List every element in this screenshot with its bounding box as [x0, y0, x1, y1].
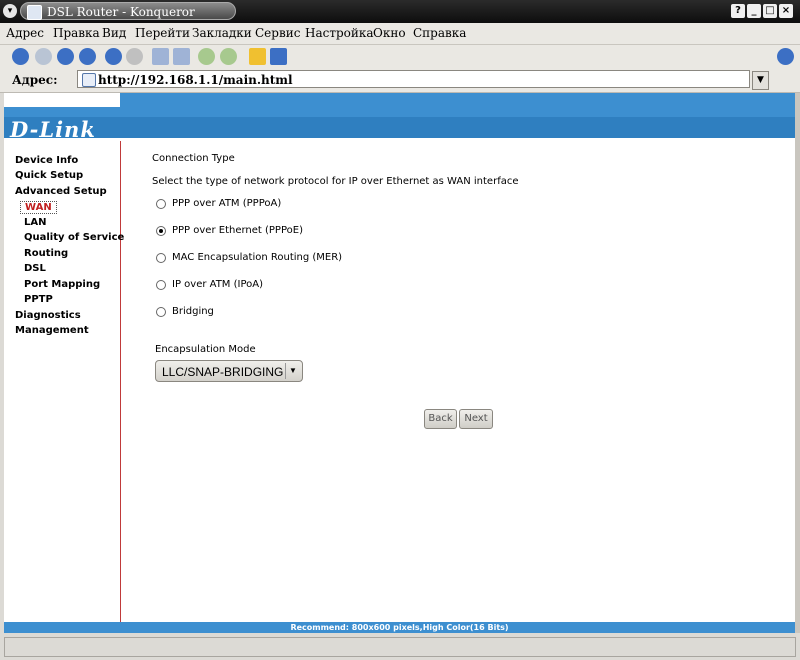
side-navigation: Device Info Quick Setup Advanced Setup W… [4, 141, 124, 623]
title-bar: ▾ DSL Router - Konqueror ? _ □ × [0, 0, 800, 23]
url-dropdown-icon[interactable]: ▼ [752, 71, 769, 90]
status-field [4, 637, 796, 657]
menu-window[interactable]: Окно [373, 26, 406, 40]
close-icon[interactable]: × [779, 4, 793, 18]
menu-settings[interactable]: Настройка [305, 26, 374, 40]
radio-button[interactable] [156, 226, 166, 236]
menu-go[interactable]: Перейти [135, 26, 190, 40]
location-label: Адрес: [12, 73, 58, 87]
nav-wan[interactable]: WAN [20, 201, 57, 214]
window-menu-icon[interactable]: ▾ [3, 4, 17, 18]
chevron-down-icon: ▼ [285, 363, 300, 379]
radio-button[interactable] [156, 307, 166, 317]
back-icon[interactable] [12, 48, 29, 65]
footer-recommendation: Recommend: 800x600 pixels,High Color(16 … [4, 622, 795, 633]
nav-diagnostics[interactable]: Diagnostics [15, 310, 81, 321]
back-button[interactable]: Back [424, 409, 457, 429]
next-button[interactable]: Next [459, 409, 493, 429]
konqueror-window: ▾ DSL Router - Konqueror ? _ □ × Адрес П… [0, 0, 800, 660]
menu-address[interactable]: Адрес [6, 26, 44, 40]
nav-lan[interactable]: LAN [24, 217, 46, 228]
minimize-icon[interactable]: _ [747, 4, 761, 18]
location-bar: Адрес: http://192.168.1.1/main.html ▼ [0, 68, 800, 93]
download-icon[interactable] [270, 48, 287, 65]
gear-icon[interactable] [777, 48, 794, 65]
nav-port-mapping[interactable]: Port Mapping [24, 279, 100, 290]
lock-icon[interactable] [249, 48, 266, 65]
url-input[interactable]: http://192.168.1.1/main.html [77, 70, 750, 88]
radio-button[interactable] [156, 253, 166, 263]
forward-icon[interactable] [35, 48, 52, 65]
maximize-icon[interactable]: □ [763, 4, 777, 18]
zoom-out-icon[interactable] [220, 48, 237, 65]
header-white-corner [4, 93, 120, 107]
header-band [4, 117, 795, 138]
nav-quick-setup[interactable]: Quick Setup [15, 170, 83, 181]
status-bar [0, 635, 800, 660]
nav-device-info[interactable]: Device Info [15, 155, 78, 166]
nav-dsl[interactable]: DSL [24, 263, 46, 274]
nav-quality-of-service[interactable]: Quality of Service [24, 232, 124, 243]
window-title: DSL Router - Konqueror [47, 5, 195, 19]
menu-bar: Адрес Правка Вид Перейти Закладки Сервис… [0, 23, 800, 45]
radio-button[interactable] [156, 199, 166, 209]
home-icon[interactable] [79, 48, 96, 65]
url-text: http://192.168.1.1/main.html [98, 73, 293, 87]
radio-label: PPP over Ethernet (PPPoE) [172, 225, 303, 236]
print-preview-icon[interactable] [173, 48, 190, 65]
page-description: Select the type of network protocol for … [152, 176, 519, 187]
radio-label: MAC Encapsulation Routing (MER) [172, 252, 343, 263]
page-edge [795, 93, 800, 633]
radio-label: PPP over ATM (PPPoA) [172, 198, 282, 209]
zoom-in-icon[interactable] [198, 48, 215, 65]
encapsulation-value: LLC/SNAP-BRIDGING [162, 365, 284, 379]
menu-help[interactable]: Справка [413, 26, 466, 40]
konqueror-icon [27, 5, 42, 20]
nav-routing[interactable]: Routing [24, 248, 68, 259]
radio-button[interactable] [156, 280, 166, 290]
menu-tools[interactable]: Сервис [255, 26, 300, 40]
window-title-pill[interactable]: DSL Router - Konqueror [20, 2, 236, 20]
help-icon[interactable]: ? [731, 4, 745, 18]
favicon-icon [82, 73, 96, 87]
nav-pptp[interactable]: PPTP [24, 294, 53, 305]
up-icon[interactable] [57, 48, 74, 65]
reload-icon[interactable] [105, 48, 122, 65]
radio-label: Bridging [172, 306, 214, 317]
main-toolbar [0, 45, 800, 68]
menu-bookmarks[interactable]: Закладки [192, 26, 252, 40]
radio-label: IP over ATM (IPoA) [172, 279, 264, 290]
menu-view[interactable]: Вид [102, 26, 126, 40]
encapsulation-select[interactable]: LLC/SNAP-BRIDGING ▼ [155, 360, 303, 382]
menu-edit[interactable]: Правка [53, 26, 100, 40]
print-icon[interactable] [152, 48, 169, 65]
nav-advanced-setup[interactable]: Advanced Setup [15, 186, 107, 197]
dlink-logo: D-Link [10, 117, 96, 142]
stop-icon[interactable] [126, 48, 143, 65]
nav-management[interactable]: Management [15, 325, 89, 336]
page-title: Connection Type [152, 153, 235, 164]
web-page: D-Link Device Info Quick Setup Advanced … [4, 93, 795, 633]
encapsulation-label: Encapsulation Mode [155, 344, 256, 355]
